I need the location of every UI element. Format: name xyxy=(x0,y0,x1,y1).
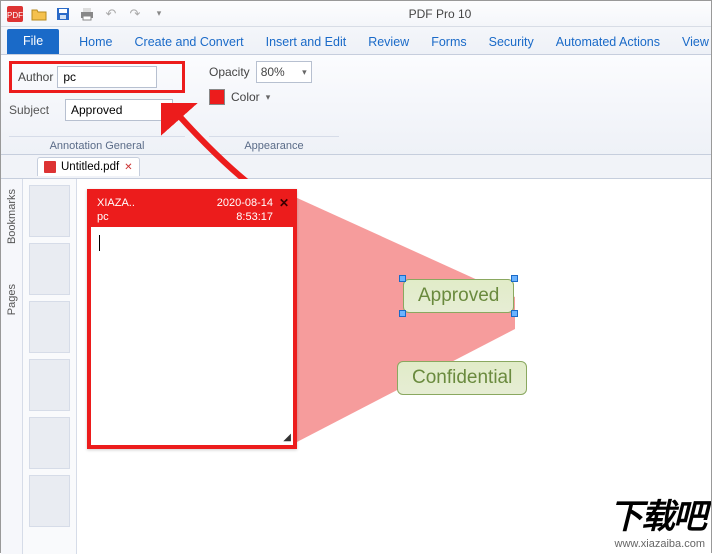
selection-handle[interactable] xyxy=(399,310,406,317)
qat-dropdown-icon[interactable]: ▾ xyxy=(149,4,169,24)
document-tab-bar: Untitled.pdf ✕ xyxy=(1,155,711,179)
selection-handle[interactable] xyxy=(511,310,518,317)
sidebar-bookmarks[interactable]: Bookmarks xyxy=(6,189,18,244)
tab-home[interactable]: Home xyxy=(77,30,114,54)
tab-forms[interactable]: Forms xyxy=(429,30,468,54)
group-label-annotation: Annotation General xyxy=(9,136,185,154)
annotation-popup[interactable]: XIAZA.. pc 2020-08-14 8:53:17 ✕ ◢ xyxy=(87,189,297,449)
watermark-logo: 下载吧 xyxy=(609,489,705,538)
redo-icon[interactable]: ↷ xyxy=(125,4,145,24)
color-dropdown-icon[interactable]: ▾ xyxy=(266,92,271,103)
ribbon-panel: Author Subject ▾ Annotation General Opac… xyxy=(1,55,711,155)
stamp-confidential[interactable]: Confidential xyxy=(397,361,527,395)
author-label: Author xyxy=(14,70,57,84)
opacity-value: 80% xyxy=(261,65,285,79)
opacity-select[interactable]: 80% ▾ xyxy=(256,61,312,83)
watermark: 下载吧 www.xiazaiba.com xyxy=(609,489,705,550)
group-label-appearance: Appearance xyxy=(209,136,339,154)
thumbnail-strip xyxy=(23,179,77,554)
page-thumbnail[interactable] xyxy=(29,243,70,295)
page-canvas[interactable]: XIAZA.. pc 2020-08-14 8:53:17 ✕ ◢ Approv… xyxy=(77,179,711,554)
undo-icon[interactable]: ↶ xyxy=(101,4,121,24)
note-time: 8:53:17 xyxy=(217,210,273,224)
page-thumbnail[interactable] xyxy=(29,185,70,237)
watermark-url: www.xiazaiba.com xyxy=(609,538,705,550)
page-thumbnail[interactable] xyxy=(29,475,70,527)
stamp-approved-label: Approved xyxy=(418,285,499,306)
tab-view[interactable]: View xyxy=(680,30,711,54)
subject-input[interactable] xyxy=(65,99,173,121)
tab-create-convert[interactable]: Create and Convert xyxy=(133,30,246,54)
author-input[interactable] xyxy=(57,66,157,88)
close-icon[interactable]: ✕ xyxy=(279,196,289,212)
sidebar-pages[interactable]: Pages xyxy=(6,284,18,315)
document-tab-name: Untitled.pdf xyxy=(61,161,119,173)
selection-handle[interactable] xyxy=(399,275,406,282)
save-icon[interactable] xyxy=(53,4,73,24)
text-cursor xyxy=(99,235,100,251)
color-swatch[interactable] xyxy=(209,89,225,105)
app-title: PDF Pro 10 xyxy=(173,7,707,21)
chevron-down-icon: ▾ xyxy=(302,67,307,78)
selection-handle[interactable] xyxy=(511,275,518,282)
tab-automated-actions[interactable]: Automated Actions xyxy=(554,30,662,54)
tab-security[interactable]: Security xyxy=(487,30,536,54)
annotation-popup-header[interactable]: XIAZA.. pc 2020-08-14 8:53:17 ✕ xyxy=(91,193,293,227)
tab-insert-edit[interactable]: Insert and Edit xyxy=(264,30,349,54)
note-date: 2020-08-14 xyxy=(217,196,273,210)
quick-access-toolbar: PDF ↶ ↷ ▾ PDF Pro 10 xyxy=(1,1,711,27)
svg-text:PDF: PDF xyxy=(7,11,23,20)
close-tab-icon[interactable]: ✕ xyxy=(124,162,132,173)
page-thumbnail[interactable] xyxy=(29,301,70,353)
note-title: XIAZA.. xyxy=(97,196,135,210)
side-panel-tabs: Bookmarks Pages xyxy=(1,179,23,554)
selection-cone-overlay xyxy=(295,197,525,457)
tab-review[interactable]: Review xyxy=(366,30,411,54)
file-tab[interactable]: File xyxy=(7,29,59,54)
stamp-approved[interactable]: Approved xyxy=(403,279,514,313)
workspace: Bookmarks Pages XIAZA.. pc 2020-08-14 8:… xyxy=(1,179,711,554)
group-annotation-general: Author Subject ▾ Annotation General xyxy=(9,61,185,154)
open-icon[interactable] xyxy=(29,4,49,24)
page-thumbnail[interactable] xyxy=(29,417,70,469)
stamp-confidential-label: Confidential xyxy=(412,367,512,388)
page-thumbnail[interactable] xyxy=(29,359,70,411)
subject-label: Subject xyxy=(9,103,59,117)
color-label: Color xyxy=(231,90,260,104)
print-icon[interactable] xyxy=(77,4,97,24)
note-body[interactable] xyxy=(91,227,293,262)
pdf-file-icon xyxy=(44,161,56,173)
subject-dropdown-icon[interactable]: ▾ xyxy=(179,105,184,116)
document-tab[interactable]: Untitled.pdf ✕ xyxy=(37,157,140,176)
group-appearance: Opacity 80% ▾ Color ▾ Appearance xyxy=(209,61,339,154)
author-highlight-box: Author xyxy=(9,61,185,93)
pdf-icon: PDF xyxy=(5,4,25,24)
resize-handle-icon[interactable]: ◢ xyxy=(283,432,291,443)
note-author: pc xyxy=(97,210,135,224)
opacity-label: Opacity xyxy=(209,65,250,79)
ribbon-tabs: File Home Create and Convert Insert and … xyxy=(1,27,711,55)
